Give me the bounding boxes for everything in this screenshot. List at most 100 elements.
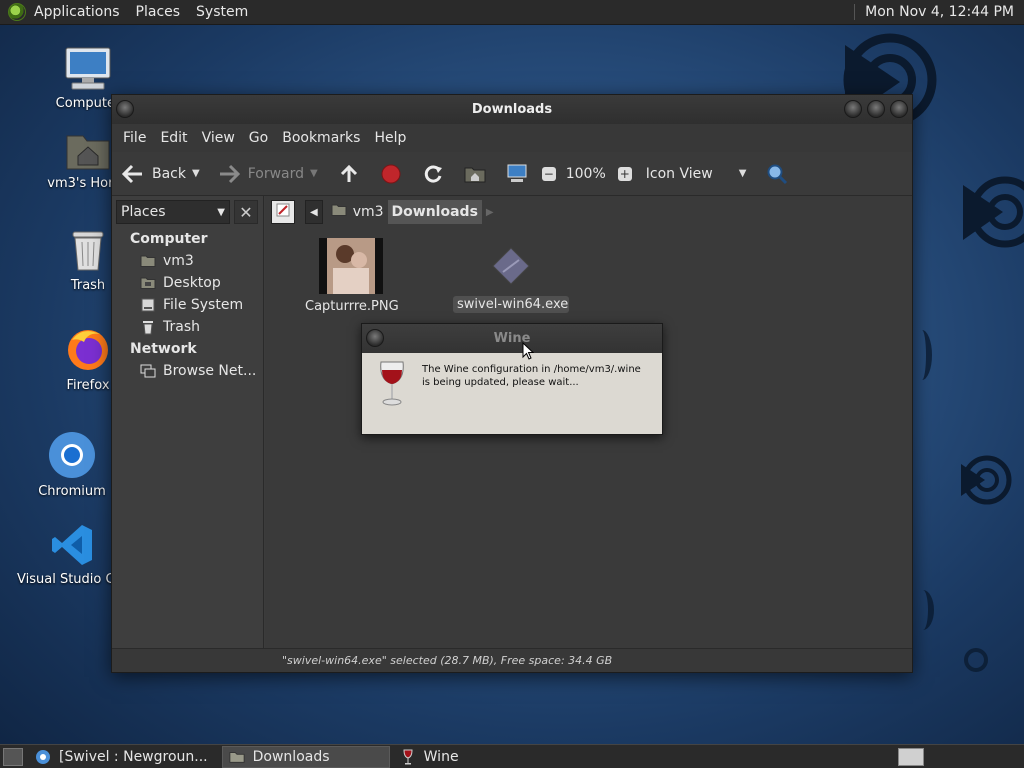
sidebar-item-trash[interactable]: Trash bbox=[112, 316, 263, 338]
maximize-button[interactable] bbox=[867, 100, 885, 118]
sidebar-item-label: Browse Net... bbox=[163, 363, 257, 379]
chevron-down-icon: ▼ bbox=[217, 206, 225, 218]
desktop-folder-icon bbox=[140, 275, 156, 291]
path-scroll-left-button[interactable]: ◀ bbox=[305, 200, 323, 224]
close-sidebar-button[interactable]: ✕ bbox=[234, 200, 258, 224]
path-scroll-right-button[interactable]: ▶ bbox=[482, 200, 498, 224]
zoom-out-icon: − bbox=[541, 166, 556, 181]
dialog-titlebar[interactable]: Wine bbox=[362, 324, 662, 353]
wine-glass-icon bbox=[400, 749, 416, 765]
path-segment-downloads[interactable]: Downloads bbox=[387, 200, 482, 224]
chevron-left-icon: ◀ bbox=[310, 206, 318, 218]
sidebar-type-select[interactable]: Places ▼ bbox=[116, 200, 230, 224]
up-arrow-icon bbox=[338, 163, 360, 185]
sidebar-item-desktop[interactable]: Desktop bbox=[112, 272, 263, 294]
view-mode-label: Icon View bbox=[645, 165, 713, 182]
menubar: File Edit View Go Bookmarks Help bbox=[112, 124, 912, 152]
back-arrow-icon bbox=[122, 163, 144, 185]
zoom-in-button[interactable]: + bbox=[612, 152, 638, 196]
dialog-menu-button[interactable] bbox=[366, 329, 384, 347]
sidebar-item-vm3[interactable]: vm3 bbox=[112, 250, 263, 272]
home-button[interactable] bbox=[458, 152, 492, 196]
window-menu-button[interactable] bbox=[116, 100, 134, 118]
wallpaper-ring bbox=[912, 590, 934, 630]
home-folder-icon bbox=[464, 163, 486, 185]
workspace-switcher[interactable] bbox=[898, 747, 924, 766]
zoom-out-button[interactable]: − 100% bbox=[536, 152, 612, 196]
toolbar: Back ▼ Forward ▼ − 100% + Icon View ▼ bbox=[112, 152, 912, 196]
file-item-selected[interactable]: swivel-win64.exe bbox=[453, 246, 569, 313]
search-button[interactable] bbox=[760, 152, 794, 196]
back-history-dropdown-icon[interactable]: ▼ bbox=[192, 168, 200, 179]
computer-icon bbox=[65, 47, 111, 90]
wine-glass-icon bbox=[380, 361, 404, 406]
vscode-icon bbox=[52, 525, 92, 565]
menu-go[interactable]: Go bbox=[242, 130, 275, 146]
chromium-icon bbox=[35, 749, 51, 765]
forward-label: Forward bbox=[247, 165, 305, 182]
task-label: Wine bbox=[423, 748, 459, 765]
network-icon bbox=[140, 363, 156, 379]
distro-logo-icon[interactable] bbox=[8, 3, 26, 21]
path-segment-label: Downloads bbox=[391, 204, 478, 220]
view-mode-select[interactable]: Icon View ▼ bbox=[640, 152, 753, 196]
menu-bookmarks[interactable]: Bookmarks bbox=[275, 130, 367, 146]
task-label: [Swivel : Newgroun... bbox=[59, 748, 208, 765]
computer-button[interactable] bbox=[500, 152, 534, 196]
file-item[interactable]: Capturrre.PNG bbox=[301, 238, 401, 315]
chevron-right-icon: ▶ bbox=[485, 206, 494, 218]
back-label: Back bbox=[152, 165, 186, 182]
panel-separator bbox=[854, 4, 856, 20]
task-chromium[interactable]: [Swivel : Newgroun... bbox=[29, 746, 214, 768]
menu-help[interactable]: Help bbox=[367, 130, 413, 146]
chromium-icon bbox=[49, 432, 95, 478]
stop-button[interactable] bbox=[374, 152, 408, 196]
home-folder-icon bbox=[331, 203, 347, 221]
edit-location-icon bbox=[276, 203, 290, 221]
image-thumbnail-icon bbox=[319, 238, 383, 294]
forward-arrow-icon bbox=[218, 163, 240, 185]
show-desktop-button[interactable] bbox=[3, 747, 23, 766]
menu-view[interactable]: View bbox=[195, 130, 242, 146]
toggle-location-button[interactable] bbox=[271, 200, 295, 224]
file-icon-view[interactable]: Capturrre.PNG swivel-win64.exe bbox=[265, 228, 912, 648]
sidebar-header: Places ▼ ✕ bbox=[112, 196, 263, 228]
clock[interactable]: Mon Nov 4, 12:44 PM bbox=[865, 4, 1024, 20]
wine-dialog: Wine The Wine configuration in /home/vm3… bbox=[361, 323, 663, 435]
menu-file[interactable]: File bbox=[116, 130, 153, 146]
view-mode-dropdown-icon: ▼ bbox=[738, 168, 747, 179]
search-icon bbox=[766, 163, 788, 185]
system-menu[interactable]: System bbox=[188, 0, 256, 25]
menu-edit[interactable]: Edit bbox=[153, 130, 194, 146]
forward-button[interactable]: Forward ▼ bbox=[212, 152, 324, 196]
sidebar-item-file-system[interactable]: File System bbox=[112, 294, 263, 316]
wallpaper-ring bbox=[964, 648, 988, 672]
sidebar-item-browse-network[interactable]: Browse Net... bbox=[112, 360, 263, 382]
executable-file-icon bbox=[492, 247, 530, 285]
path-segment-vm3[interactable]: vm3 bbox=[327, 200, 388, 224]
close-button[interactable] bbox=[890, 100, 908, 118]
window-titlebar[interactable]: Downloads bbox=[112, 95, 912, 124]
computer-icon bbox=[506, 163, 528, 185]
sidebar-item-label: vm3 bbox=[163, 253, 194, 269]
zoom-in-icon: + bbox=[617, 166, 632, 181]
task-downloads[interactable]: Downloads bbox=[221, 745, 390, 768]
trash-icon bbox=[72, 231, 104, 271]
top-panel: Applications Places System Mon Nov 4, 12… bbox=[0, 0, 1024, 25]
places-menu[interactable]: Places bbox=[128, 0, 189, 25]
path-segment-label: vm3 bbox=[352, 204, 384, 220]
back-button[interactable]: Back ▼ bbox=[112, 152, 206, 196]
home-folder-icon bbox=[140, 253, 156, 269]
reload-button[interactable] bbox=[416, 152, 450, 196]
sidebar-section-computer: Computer bbox=[130, 231, 208, 247]
home-folder-icon bbox=[66, 135, 110, 170]
status-bar: "swivel-win64.exe" selected (28.7 MB), F… bbox=[112, 648, 912, 672]
drive-icon bbox=[140, 297, 156, 313]
up-button[interactable] bbox=[332, 152, 366, 196]
sidebar-section-network: Network bbox=[130, 341, 197, 357]
applications-menu[interactable]: Applications bbox=[26, 0, 128, 25]
minimize-button[interactable] bbox=[844, 100, 862, 118]
task-wine[interactable]: Wine bbox=[394, 746, 465, 768]
forward-history-dropdown-icon[interactable]: ▼ bbox=[310, 168, 318, 179]
file-name: swivel-win64.exe bbox=[453, 296, 569, 313]
